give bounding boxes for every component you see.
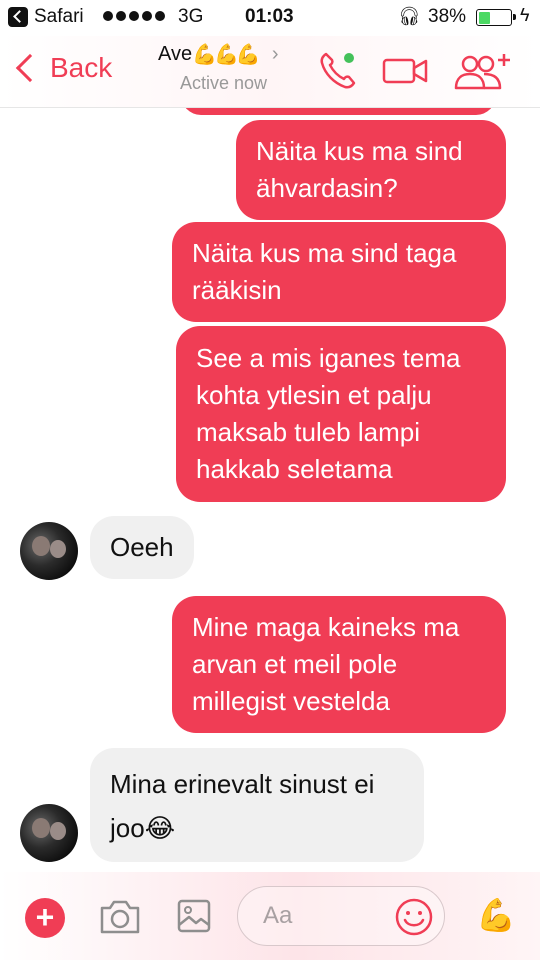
message-line: hakkab seletama	[196, 454, 393, 484]
message-bubble[interactable]: Näita kus ma sind ähvardasin?	[236, 120, 506, 220]
video-camera-icon[interactable]	[382, 50, 430, 97]
message-line: joo😂	[110, 813, 176, 843]
flexed-biceps-icon[interactable]: 💪	[476, 896, 516, 934]
message-line: Mine maga kaineks ma	[192, 612, 460, 642]
conversation-header: Back Ave 💪💪💪 › Active now	[0, 36, 540, 108]
contact-title[interactable]: Ave 💪💪💪 › Active now	[158, 42, 308, 104]
message-bubble-partial	[181, 108, 496, 115]
charging-icon: ϟ	[520, 5, 530, 25]
message-line: ähvardasin?	[256, 173, 398, 203]
message-line: millegist vestelda	[192, 686, 390, 716]
headphones-icon: 🎧︎	[398, 6, 421, 26]
message-bubble[interactable]: See a mis iganes tema kohta ytlesin et p…	[176, 326, 506, 502]
message-line: Näita kus ma sind taga	[192, 238, 457, 268]
message-bubble[interactable]: Oeeh	[90, 516, 194, 579]
message-line: kohta ytlesin et palju	[196, 380, 432, 410]
back-to-app-label[interactable]: Safari	[34, 6, 84, 28]
message-line: See a mis iganes tema	[196, 343, 461, 373]
back-to-app-icon[interactable]	[8, 7, 28, 27]
plus-icon[interactable]: +	[25, 898, 65, 938]
add-people-icon[interactable]	[454, 50, 514, 97]
message-line: Mina erinevalt sinust ei	[110, 769, 375, 799]
clock: 01:03	[245, 6, 294, 27]
message-list[interactable]: Näita kus ma sind ähvardasin? Näita kus …	[0, 108, 540, 872]
camera-icon[interactable]	[98, 896, 142, 941]
network-type: 3G	[178, 6, 204, 27]
back-button[interactable]: Back	[12, 52, 112, 84]
composer-bar: + Aa 💪	[0, 872, 540, 960]
contact-name: Ave	[158, 43, 193, 65]
contact-name-emoji: 💪💪💪	[192, 44, 261, 66]
signal-strength-icon	[103, 11, 165, 21]
gallery-icon[interactable]	[176, 896, 212, 941]
message-line: Näita kus ma sind	[256, 136, 463, 166]
avatar[interactable]	[20, 522, 78, 580]
message-bubble[interactable]: Mine maga kaineks ma arvan et meil pole …	[172, 596, 506, 733]
chevron-right-icon: ›	[271, 43, 279, 65]
presence-status: Active now	[180, 73, 268, 93]
phone-icon[interactable]	[318, 50, 358, 97]
message-bubble[interactable]: Mina erinevalt sinust ei joo😂	[90, 748, 424, 862]
message-line: arvan et meil pole	[192, 649, 398, 679]
message-line: Oeeh	[110, 532, 174, 562]
message-bubble[interactable]: Näita kus ma sind taga rääkisin	[172, 222, 506, 322]
message-line: rääkisin	[192, 275, 282, 305]
message-input[interactable]: Aa	[237, 886, 445, 946]
emoji-icon[interactable]	[394, 897, 434, 942]
status-bar: Safari 3G 01:03 🎧︎ 38% ϟ	[0, 0, 540, 36]
message-input-placeholder: Aa	[263, 902, 293, 929]
avatar[interactable]	[20, 804, 78, 862]
battery-icon	[476, 9, 516, 26]
chevron-left-icon	[15, 53, 45, 83]
battery-percentage: 38%	[428, 6, 467, 27]
back-label: Back	[50, 52, 113, 83]
message-line: maksab tuleb lampi	[196, 417, 420, 447]
